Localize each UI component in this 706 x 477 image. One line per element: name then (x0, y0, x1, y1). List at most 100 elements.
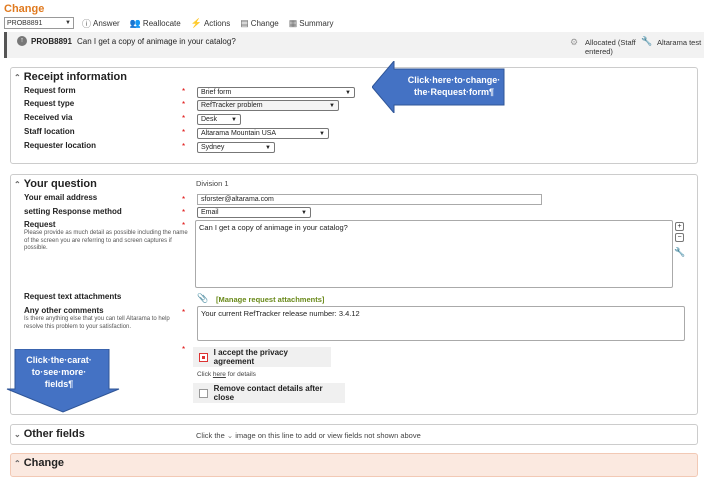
response-method-label: setting Response method (24, 207, 122, 216)
privacy-details-text: Click here for details (197, 371, 256, 378)
required-mark: * (182, 142, 186, 151)
chevron-down-icon[interactable]: ⌄ (14, 430, 21, 439)
requester-location-select[interactable]: Sydney ▼ (197, 142, 275, 153)
chevron-up-icon[interactable]: ⌃ (14, 180, 21, 189)
received-via-label: Received via (24, 113, 73, 122)
change-label: Change (250, 18, 279, 28)
chevron-up-icon[interactable]: ⌃ (14, 73, 21, 82)
other-fields-hint: Click the ⌄ image on this line to add or… (196, 431, 421, 440)
requester-location-value: Sydney (201, 144, 225, 151)
expand-button[interactable]: + (675, 222, 684, 231)
staff-location-select[interactable]: Altarama Mountain USA ▼ (197, 128, 329, 139)
list-icon: ▦ (288, 17, 298, 28)
problem-title: Can I get a copy of animage in your cata… (77, 37, 236, 46)
attachments-label: Request text attachments (24, 292, 122, 301)
summary-button[interactable]: ▦ Summary (287, 18, 336, 29)
chevron-down-icon: ▼ (319, 130, 325, 137)
other-hint-before: Click the (196, 431, 225, 440)
collapse-button[interactable]: − (675, 233, 684, 242)
gear-icon: ⚙ (570, 37, 579, 47)
actions-button[interactable]: ⚡ Actions (189, 18, 232, 29)
reallocate-label: Reallocate (142, 18, 181, 28)
answer-label: Answer (93, 18, 120, 28)
callout-carat-text: Click·the·carat· to·see·more· fields¶ (26, 355, 92, 389)
receipt-section: ⌃ Receipt information Request form * Bri… (10, 67, 698, 164)
actions-label: Actions (203, 18, 231, 28)
required-mark: * (182, 128, 186, 137)
chevron-down-icon: ▼ (345, 89, 351, 96)
chevron-down-icon: ▼ (301, 209, 307, 216)
comments-textarea[interactable]: Your current RefTracker release number: … (197, 306, 685, 341)
request-type-label: Request type (24, 99, 75, 108)
request-type-value: RefTracker problem (201, 102, 263, 109)
paperclip-icon: 📎 (197, 293, 209, 303)
request-textarea[interactable]: Can I get a copy of animage in your cata… (195, 220, 673, 288)
required-mark: * (182, 308, 186, 317)
received-via-select[interactable]: Desk ▼ (197, 114, 241, 125)
change-section: ⌃ Change (10, 453, 698, 477)
checkbox-icon[interactable] (199, 352, 208, 362)
privacy-here-link[interactable]: here (213, 371, 226, 378)
change-title: Change (23, 457, 65, 469)
required-mark: * (182, 100, 186, 109)
request-hint: Please provide as much detail as possibl… (24, 230, 188, 251)
privacy-agreement-label: I accept the privacy agreement (213, 348, 288, 366)
checkbox-icon[interactable] (199, 388, 208, 398)
required-mark: * (182, 208, 186, 217)
request-form-value: Brief form (201, 89, 232, 96)
click-prefix: Click (197, 371, 213, 378)
problem-select-value: PROB8891 (7, 19, 43, 27)
lightning-icon: ⚡ (190, 17, 202, 28)
other-fields-section: ⌄ Other fields Click the ⌄ image on this… (10, 424, 698, 445)
requester-location-label: Requester location (24, 141, 97, 150)
remove-contact-checkbox[interactable]: Remove contact details after close (193, 383, 345, 403)
privacy-agreement-checkbox[interactable]: I accept the privacy agreement (193, 347, 331, 367)
receipt-section-title[interactable]: ⌃ Receipt information (14, 71, 127, 83)
answer-button[interactable]: ⓘ Answer (80, 17, 122, 30)
users-icon: 👥 (129, 17, 141, 28)
received-via-value: Desk (201, 116, 217, 123)
required-mark: * (182, 114, 186, 123)
chevron-down-icon: ▼ (329, 102, 335, 109)
email-field[interactable]: sforster@altarama.com (197, 194, 542, 205)
problem-id: PROB8891 (31, 37, 72, 46)
request-label: Request (24, 220, 56, 229)
page-title: Change (4, 3, 45, 15)
toolbar: PROB8891 ▼ ⓘ Answer 👥 Reallocate ⚡ Actio… (4, 16, 335, 30)
other-hint-after: image on this line to add or view fields… (235, 431, 421, 440)
chevron-up-icon[interactable]: ⌃ (14, 459, 21, 468)
edit-icon: ▤ (240, 17, 249, 28)
wrench-icon[interactable]: 🔧 (674, 247, 685, 258)
request-form-label: Request form (24, 86, 76, 95)
manage-attachments-link[interactable]: [Manage request attachments] (216, 295, 324, 304)
summary-label: Summary (299, 18, 334, 28)
required-mark: * (182, 87, 186, 96)
question-section-title[interactable]: ⌃ Your question (14, 178, 97, 190)
required-mark: * (182, 221, 186, 230)
arrow-up-icon[interactable]: ↑ (17, 36, 27, 46)
required-mark: * (182, 345, 186, 354)
staff-location-label: Staff location (24, 127, 75, 136)
response-method-select[interactable]: Email ▼ (197, 207, 311, 218)
reallocate-button[interactable]: 👥 Reallocate (128, 18, 183, 29)
callout-form-text: Click·here·to·change· the·Request·form¶ (407, 75, 501, 97)
change-section-title[interactable]: ⌃ Change (14, 457, 64, 469)
chevron-down-icon: ▼ (231, 116, 237, 123)
info-icon: ⓘ (82, 18, 92, 29)
problem-select[interactable]: PROB8891 ▼ (4, 17, 74, 29)
request-type-select[interactable]: RefTracker problem ▼ (197, 100, 339, 111)
request-form-select[interactable]: Brief form ▼ (197, 87, 355, 98)
staff-location-value: Altarama Mountain USA (201, 130, 277, 137)
chevron-down-icon: ▼ (265, 144, 271, 151)
email-label: Your email address (24, 193, 98, 202)
remove-contact-label: Remove contact details after close (213, 384, 323, 402)
change-button[interactable]: ▤ Change (238, 18, 281, 29)
comments-label: Any other comments (24, 306, 104, 315)
other-fields-toggle[interactable]: ⌄ Other fields (14, 428, 85, 440)
question-title: Your question (23, 178, 97, 190)
click-suffix: for details (225, 371, 256, 378)
wrench-icon: 🔧 (641, 36, 653, 46)
other-fields-title: Other fields (23, 428, 85, 440)
required-mark: * (182, 195, 186, 204)
response-method-value: Email (201, 209, 219, 216)
